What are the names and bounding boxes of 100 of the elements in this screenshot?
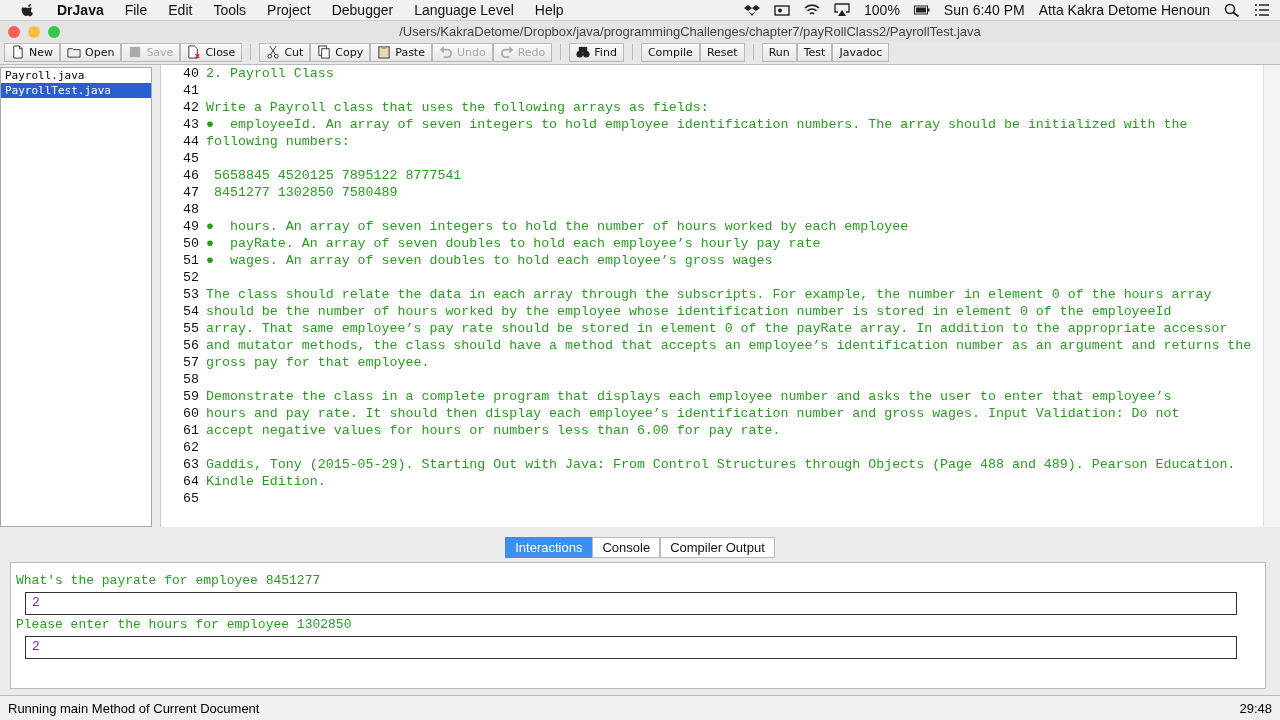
status-message: Running main Method of Current Document (8, 700, 260, 716)
search-icon (1224, 3, 1240, 17)
minimize-window-button[interactable] (28, 25, 40, 38)
save-icon (128, 45, 143, 59)
toolbar-button[interactable]: Reset (699, 42, 745, 62)
line-number: 40 (182, 65, 200, 82)
menu-item[interactable]: Tools (213, 2, 247, 18)
window-title: /Users/KakraDetome/Dropbox/java/programmingChallenges/chapter7/payRollClass2/PayrollTest.java (398, 24, 982, 39)
code-line: The class should relate the data in each array through the subscripts. For example, the number in element 0 of the hours array (206, 286, 1212, 303)
cursor-position: 29:48 (1239, 700, 1272, 716)
code-line: Write a Payroll class that uses the following arrays as fields: (206, 99, 709, 116)
folder-icon (67, 45, 81, 59)
line-number: 42 (182, 99, 200, 116)
toolbar-button[interactable]: Cut (259, 42, 311, 62)
menu-item[interactable]: Language Level (414, 2, 514, 18)
code-line: ● wages. An array of seven doubles to hold each employee’s gross wages (206, 252, 773, 269)
toolbar-button[interactable]: Find (569, 42, 624, 62)
toolbar-button[interactable]: New (4, 42, 60, 62)
code-line: accept negative values for hours or numbers less than 6.00 for pay rate. (206, 422, 781, 439)
line-number: 58 (182, 371, 200, 388)
line-number: 47 (182, 184, 200, 201)
airplay-icon (834, 3, 851, 17)
document-entry[interactable]: PayrollTest.java (1, 83, 151, 98)
close-window-button[interactable] (8, 25, 20, 38)
line-number: 56 (182, 337, 200, 354)
line-number: 55 (182, 320, 200, 337)
input-field[interactable]: 2 (25, 592, 1237, 615)
menu-icon (1254, 3, 1270, 17)
menu-item[interactable]: Debugger (331, 2, 394, 18)
line-number: 64 (182, 473, 200, 490)
input-field[interactable]: 2 (25, 636, 1237, 659)
battery-icon (913, 3, 930, 17)
code-line: 2. Payroll Class (206, 65, 334, 82)
line-number: 60 (182, 405, 200, 422)
code-line: ● employeeId. An array of seven integers to hold employee identification numbers. The array should be initialized with the (206, 116, 1188, 133)
toolbar-button[interactable]: Close (180, 42, 243, 62)
panel-tab[interactable]: Compiler Output (660, 537, 775, 558)
line-number: 59 (182, 388, 200, 405)
line-number: 65 (182, 490, 200, 507)
code-line: ● hours. An array of seven integers to hold the number of hours worked by each employee (206, 218, 909, 235)
undo-icon (438, 45, 453, 59)
new-file-icon (11, 45, 25, 59)
zoom-window-button[interactable] (48, 25, 60, 38)
toolbar-button[interactable]: Copy (310, 42, 371, 62)
line-number: 46 (182, 167, 200, 184)
line-number: 49 (182, 218, 200, 235)
wifi-icon (804, 3, 821, 17)
toolbar-button[interactable]: Open (60, 42, 122, 62)
menu-item[interactable]: Edit (168, 2, 193, 18)
line-number: 48 (182, 201, 200, 218)
clipboard-icon (377, 45, 392, 59)
line-number: 53 (182, 286, 200, 303)
redo-icon (499, 45, 514, 59)
user-name[interactable]: Atta Kakra Detome Henoun (1038, 2, 1210, 18)
toolbar-button[interactable]: Test (796, 42, 833, 62)
code-line: hours and pay rate. It should then display each employee’s identification number and gross wages. Input Validation: Do not (206, 405, 1180, 422)
line-number: 63 (182, 456, 200, 473)
line-number: 50 (182, 235, 200, 252)
line-number: 43 (182, 116, 200, 133)
binoculars-icon (576, 45, 591, 59)
menu-item[interactable]: Help (534, 2, 564, 18)
code-line: Kindle Edition. (206, 473, 326, 490)
close-file-icon (187, 45, 202, 59)
console-output: What's the payrate for employee 8451277 (16, 573, 321, 588)
line-number: 54 (182, 303, 200, 320)
panel-tab[interactable]: Console (592, 537, 661, 558)
document-entry[interactable]: Payroll.java (1, 68, 151, 83)
camera-icon (774, 3, 791, 17)
code-line: following numbers: (206, 133, 350, 150)
line-number: 61 (182, 422, 200, 439)
code-line: 5658845 4520125 7895122 8777541 (212, 167, 462, 184)
battery-percentage: 100% (864, 2, 900, 18)
code-line: gross pay for that employee. (206, 354, 430, 371)
scissors-icon (266, 45, 281, 59)
toolbar-button[interactable]: Run (761, 42, 797, 62)
app-menu[interactable]: DrJava (57, 2, 104, 18)
code-line: Demonstrate the class in a complete program that displays each employee number and asks the user to enter that employee’s (206, 388, 1172, 405)
line-number: 41 (182, 82, 200, 99)
code-line: ● payRate. An array of seven doubles to hold each employee’s hourly pay rate (206, 235, 821, 252)
console-output: Please enter the hours for employee 1302850 (16, 617, 352, 632)
dropbox-icon (744, 3, 761, 17)
line-number: 45 (182, 150, 200, 167)
toolbar-button[interactable]: Paste (370, 42, 432, 62)
copy-icon (317, 45, 332, 59)
toolbar-button[interactable]: Compile (640, 42, 700, 62)
code-line: should be the number of hours worked by the employee whose identification number is stored in element 0 of the employeeId (206, 303, 1172, 320)
line-number: 51 (182, 252, 200, 269)
toolbar-button[interactable]: Javadoc (832, 42, 890, 62)
line-number: 62 (182, 439, 200, 456)
line-number: 44 (182, 133, 200, 150)
menu-item[interactable]: Project (267, 2, 311, 18)
code-line: and mutator methods, the class should have a method that accepts an employee’s identification number as an argument and returns the (206, 337, 1252, 354)
clock[interactable]: Sun 6:40 PM (943, 2, 1025, 18)
code-line: 8451277 1302850 7580489 (212, 184, 398, 201)
line-number: 52 (182, 269, 200, 286)
menu-item[interactable]: File (124, 2, 148, 18)
code-line: Gaddis, Tony (2015-05-29). Starting Out with Java: From Control Structures through Objects (Page 488 and 489). Pearson Education. (206, 456, 1236, 473)
line-number: 57 (182, 354, 200, 371)
code-line: array. That same employee’s pay rate should be stored in element 0 of the payRate array. In addition to the appropriate accessor (206, 320, 1228, 337)
scrollbar[interactable] (1263, 65, 1280, 527)
